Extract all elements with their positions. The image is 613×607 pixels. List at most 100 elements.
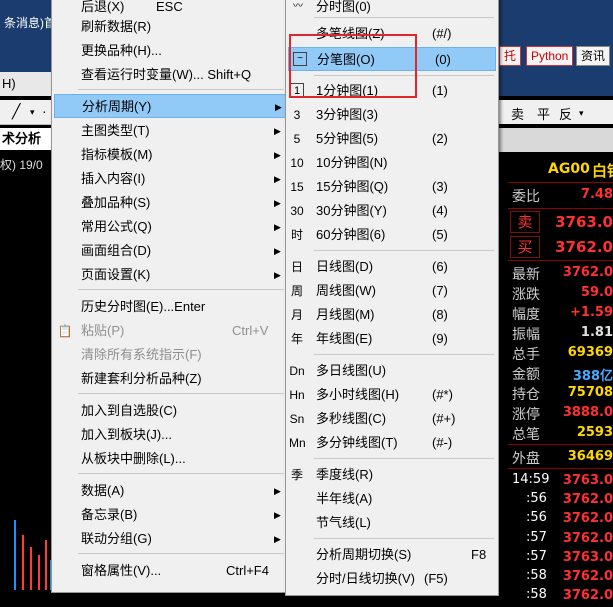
submenu-item-15min[interactable]: 15 15分钟图(Q) (3) <box>286 175 498 199</box>
menu-separator <box>314 538 494 539</box>
submenu-item-label: 15分钟图(Q) <box>316 179 389 194</box>
menu-item-memo[interactable]: 备忘录(B) ▶ <box>52 503 288 527</box>
multi-hour-icon: Hn <box>289 388 305 402</box>
tick-price: 3762.0 <box>562 492 613 507</box>
menu-item-change-symbol[interactable]: 更换品种(H)... <box>52 39 288 63</box>
reverse-button[interactable]: 反 <box>559 104 572 123</box>
submenu-item-monthly[interactable]: 月 月线图(M) (8) <box>286 303 498 327</box>
quote-name: 白银 <box>592 162 613 180</box>
thirty-minute-icon: 30 <box>290 204 304 218</box>
submenu-item-label: 周线图(W) <box>316 283 376 298</box>
menu-item-page-setup[interactable]: 页面设置(K) ▶ <box>52 263 288 287</box>
menu-item-overlay-symbol[interactable]: 叠加品种(S) ▶ <box>52 191 288 215</box>
submenu-item-10min[interactable]: 10 10分钟图(N) <box>286 151 498 175</box>
multi-minute-icon: Mn <box>289 436 306 450</box>
submenu-item-shortcut: (3) <box>432 179 448 194</box>
menu-separator <box>78 289 284 290</box>
submenu-item-weekly[interactable]: 周 周线图(W) (7) <box>286 279 498 303</box>
submenu-item-multi-minute[interactable]: Mn 多分钟线图(T) (#-) <box>286 431 498 455</box>
tick-price: 3763.0 <box>562 550 613 565</box>
menu-item-add-watchlist[interactable]: 加入到自选股(C) <box>52 399 288 423</box>
submenu-item-label: 年线图(E) <box>316 331 373 346</box>
menu-item-clear-indicators[interactable]: 清除所有系统指示(F) <box>52 343 288 367</box>
bid-price[interactable]: 3762.0 <box>555 238 613 256</box>
submenu-item-multi-day[interactable]: Dn 多日线图(U) <box>286 359 498 383</box>
menu-item-data[interactable]: 数据(A) ▶ <box>52 479 288 503</box>
context-menu: 后退(X) ESC 刷新数据(R) 更换品种(H)... 查看运行时变量(W).… <box>51 0 289 593</box>
submenu-item-yearly[interactable]: 年 年线图(E) (9) <box>286 327 498 351</box>
menu-item-indicator-template[interactable]: 指标模板(M) ▶ <box>52 143 288 167</box>
submenu-item-label: 日线图(D) <box>316 259 374 274</box>
ask-price[interactable]: 3763.0 <box>555 213 613 231</box>
quote-value: 36469 <box>567 449 613 464</box>
submenu-item-label: 季度线(R) <box>316 467 374 482</box>
tab-technical-analysis[interactable]: 术分析 <box>0 128 54 150</box>
submenu-item-shortcut: (4) <box>432 203 448 218</box>
submenu-arrow-icon: ▶ <box>274 510 281 520</box>
quote-value: 3762.0 <box>562 265 613 280</box>
menu-item-pane-properties[interactable]: 窗格属性(V)... Ctrl+F4 <box>52 559 288 583</box>
three-minute-icon: 3 <box>293 108 301 122</box>
submenu-item-half-year[interactable]: 半年线(A) <box>286 487 498 511</box>
quote-label: 外盘 <box>512 451 540 467</box>
menu-item-common-formula[interactable]: 常用公式(Q) ▶ <box>52 215 288 239</box>
menu-item-shortcut: Ctrl+V <box>232 323 269 338</box>
multi-second-icon: Sn <box>289 412 305 426</box>
submenu-arrow-icon: ▶ <box>274 198 281 208</box>
menu-item-analysis-period[interactable]: 分析周期(Y) ▶ <box>54 94 286 118</box>
submenu-item-3min[interactable]: 3 3分钟图(3) <box>286 103 498 127</box>
menu-fragment[interactable]: H) <box>0 72 58 96</box>
submenu-item-shortcut: (6) <box>432 259 448 274</box>
close-position-button[interactable]: 平 <box>537 104 550 123</box>
menu-item-label: 数据(A) <box>81 483 125 498</box>
submenu-item-30min[interactable]: 30 30分钟图(Y) (4) <box>286 199 498 223</box>
submenu-item-daily[interactable]: 日 日线图(D) (6) <box>286 255 498 279</box>
menu-item-insert-content[interactable]: 插入内容(I) ▶ <box>52 167 288 191</box>
submenu-item-shortcut: (#*) <box>432 387 453 402</box>
submenu-item-multi-hour[interactable]: Hn 多小时线图(H) (#*) <box>286 383 498 407</box>
tick-time: :56 <box>526 491 547 506</box>
menu-item-new-arbitrage[interactable]: 新建套利分析品种(Z) <box>52 367 288 391</box>
intraday-icon: 〰 <box>293 1 303 12</box>
hour-icon: 时 <box>290 228 303 242</box>
sell-button[interactable]: 卖 <box>511 104 524 123</box>
submenu-item-shortcut: (8) <box>432 307 448 322</box>
menu-item-remove-from-sector[interactable]: 从板块中删除(L)... <box>52 447 288 471</box>
chevron-down-icon[interactable]: ▾ <box>30 107 35 118</box>
submenu-item-5min[interactable]: 5 5分钟图(5) (2) <box>286 127 498 151</box>
menu-item-label: 从板块中删除(L)... <box>81 451 186 466</box>
trade-button[interactable]: 托 <box>499 46 522 66</box>
menu-item-label: 指标模板(M) <box>81 147 153 162</box>
submenu-item-intraday-daily-switch[interactable]: 分时/日线切换(V) (F5) <box>286 567 498 591</box>
submenu-item-label: 节气线(L) <box>316 515 371 530</box>
menu-item-history-intraday[interactable]: 历史分时图(E)...Enter <box>52 295 288 319</box>
price-chart[interactable] <box>0 175 56 595</box>
submenu-item-multi-second[interactable]: Sn 多秒线图(C) (#+) <box>286 407 498 431</box>
submenu-item-solar-terms[interactable]: 节气线(L) <box>286 511 498 535</box>
python-button[interactable]: Python <box>526 46 574 66</box>
submenu-item-label: 30分钟图(Y) <box>316 203 387 218</box>
menu-item-runtime-vars[interactable]: 查看运行时变量(W)... Shift+Q <box>52 63 288 87</box>
submenu-arrow-icon: ▶ <box>275 102 282 112</box>
menu-item-main-chart-type[interactable]: 主图类型(T) ▶ <box>52 119 288 143</box>
marker-tool-icon[interactable]: · <box>42 103 47 119</box>
menu-item-paste[interactable]: 📋 粘贴(P) Ctrl+V <box>52 319 288 343</box>
chevron-down-icon[interactable]: ▾ <box>579 108 584 119</box>
menu-item-layout-combo[interactable]: 画面组合(D) ▶ <box>52 239 288 263</box>
submenu-item-label: 10分钟图(N) <box>316 155 388 170</box>
menu-separator <box>314 17 494 18</box>
submenu-item-period-switch[interactable]: 分析周期切换(S) F8 <box>286 543 498 567</box>
year-icon: 年 <box>290 332 303 346</box>
menu-item-add-to-sector[interactable]: 加入到板块(J)... <box>52 423 288 447</box>
submenu-item-shortcut: (1) <box>432 83 448 98</box>
quote-label: 委比 <box>512 189 540 205</box>
menu-item-link-group[interactable]: 联动分组(G) ▶ <box>52 527 288 551</box>
news-button[interactable]: 资讯 <box>576 46 611 66</box>
submenu-item-60min[interactable]: 时 60分钟图(6) (5) <box>286 223 498 247</box>
menu-item-refresh[interactable]: 刷新数据(R) <box>52 15 288 39</box>
submenu-item-quarterly[interactable]: 季 季度线(R) <box>286 463 498 487</box>
month-icon: 月 <box>290 308 303 322</box>
menu-item-label: 画面组合(D) <box>81 243 152 258</box>
line-tool-icon[interactable]: ╱ <box>12 103 20 120</box>
chart-info-label: 权) 19/0 <box>0 158 43 172</box>
